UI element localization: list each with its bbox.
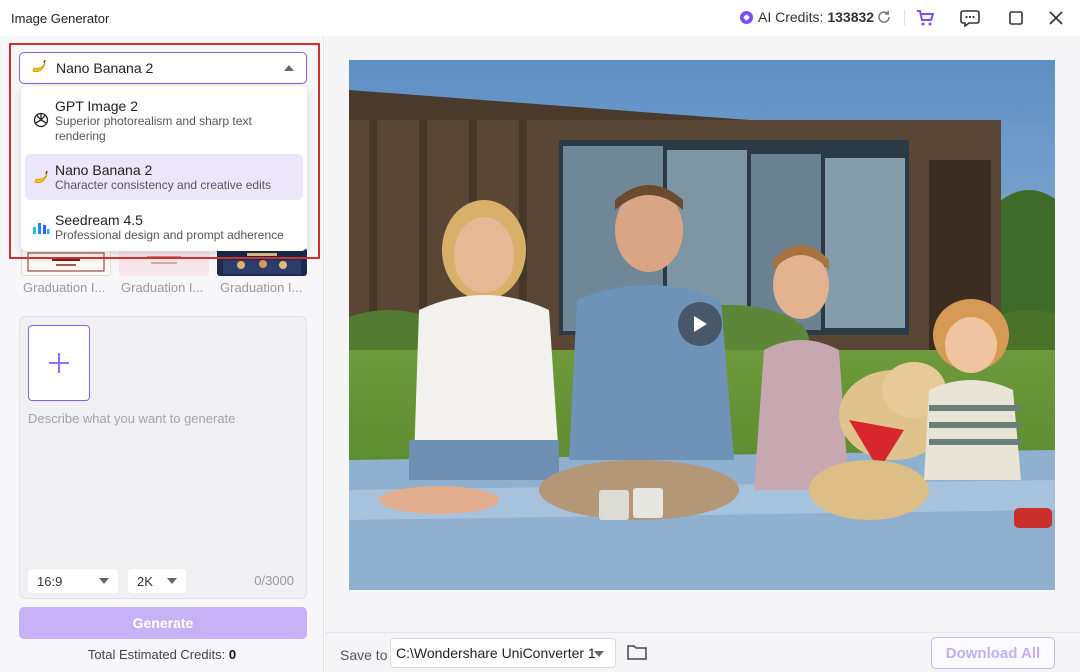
refresh-icon[interactable] [875,9,893,27]
close-icon[interactable] [1046,8,1066,28]
banana-icon [32,168,50,186]
download-all-button[interactable]: Download All [931,637,1055,669]
prompt-input[interactable]: Describe what you want to generate [28,411,235,426]
save-to-label: Save to [340,647,388,663]
save-path-select[interactable]: C:\Wondershare UniConverter 1 [390,638,616,668]
title-bar: Image Generator AI Credits: 133832 [0,0,1080,36]
model-select-value: Nano Banana 2 [56,60,154,76]
model-option-nano-banana-2[interactable]: Nano Banana 2 Character consistency and … [25,154,303,200]
model-option-seedream-4-5[interactable]: Seedream 4.5 Professional design and pro… [25,204,303,250]
template-label: Graduation I... [220,280,303,295]
model-option-name: GPT Image 2 [55,98,139,114]
cart-icon[interactable] [915,8,935,28]
template-thumb[interactable] [217,248,307,276]
template-thumb[interactable] [119,248,209,276]
total-credits: Total Estimated Credits: 0 [0,647,324,662]
model-option-name: Seedream 4.5 [55,212,143,228]
folder-icon[interactable] [627,644,647,662]
aspect-ratio-value: 16:9 [37,573,63,589]
plus-icon [49,353,69,373]
model-option-desc: Professional design and prompt adherence [55,228,284,242]
save-path-value: C:\Wondershare UniConverter 1 [396,645,596,661]
play-icon [694,316,707,332]
model-select[interactable]: Nano Banana 2 [19,52,307,84]
app-title: Image Generator [11,11,110,26]
total-credits-label: Total Estimated Credits: [87,647,226,662]
resolution-select[interactable]: 2K [128,569,186,593]
chevron-up-icon [284,65,294,71]
ai-credits: AI Credits: 133832 [740,9,874,25]
prompt-box[interactable]: Describe what you want to generate 16:9 … [19,316,307,599]
model-option-desc: Superior photorealism and sharp text ren… [55,114,252,143]
banana-icon [30,57,48,80]
model-option-gpt-image-2[interactable]: GPT Image 2 Superior photorealism and sh… [25,89,303,151]
play-button[interactable] [678,302,722,346]
titlebar-divider [904,10,905,26]
chat-icon[interactable] [960,8,980,28]
credits-label: AI Credits: [758,9,824,25]
credits-icon [740,10,753,24]
generate-button[interactable]: Generate [19,607,307,639]
add-image-button[interactable] [28,325,90,401]
char-counter: 0/3000 [254,573,294,588]
template-thumb[interactable] [21,248,111,276]
aspect-ratio-select[interactable]: 16:9 [28,569,118,593]
credits-value: 133832 [827,9,875,25]
openai-icon [32,111,50,129]
total-credits-value: 0 [228,647,237,662]
resolution-value: 2K [137,573,153,589]
chevron-down-icon [594,651,604,657]
bottom-bar: Save to C:\Wondershare UniConverter 1 Do… [325,632,1080,672]
chevron-down-icon [167,578,177,584]
model-dropdown: GPT Image 2 Superior photorealism and sh… [21,86,307,251]
maximize-icon[interactable] [1006,8,1026,28]
seedream-icon [32,218,50,236]
template-label: Graduation I... [121,280,204,295]
model-option-desc: Character consistency and creative edits [55,178,272,192]
template-label: Graduation I... [23,280,106,295]
chevron-down-icon [99,578,109,584]
model-option-name: Nano Banana 2 [55,162,153,178]
